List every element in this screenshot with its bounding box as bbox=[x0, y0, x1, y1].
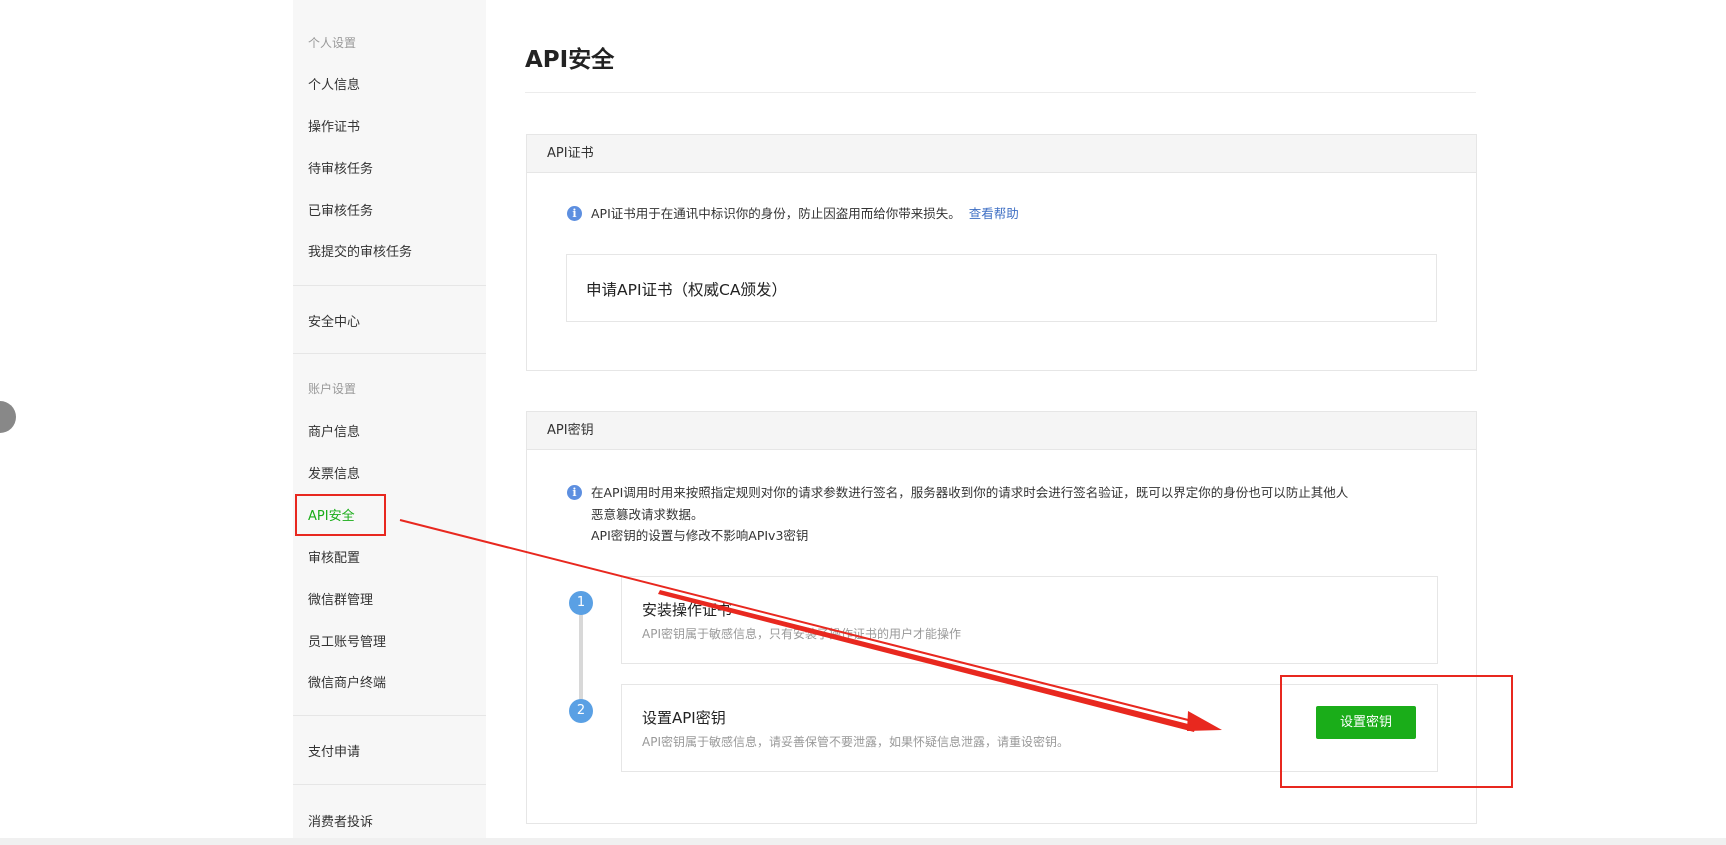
sidebar-divider bbox=[293, 715, 486, 716]
highlight-box-api-security bbox=[295, 494, 386, 536]
step-2-title: 设置API密钥 bbox=[642, 709, 726, 727]
step-1-box bbox=[621, 576, 1438, 664]
info-icon: i bbox=[567, 485, 582, 500]
info-icon: i bbox=[567, 206, 582, 221]
step-2-number: 2 bbox=[569, 699, 593, 723]
sidebar-item-pending-review[interactable]: 待审核任务 bbox=[308, 158, 373, 177]
help-link[interactable]: 查看帮助 bbox=[969, 206, 1019, 221]
sidebar-divider bbox=[293, 353, 486, 354]
api-key-panel-header: API密钥 bbox=[527, 412, 1476, 450]
sidebar-item-personal-info[interactable]: 个人信息 bbox=[308, 74, 360, 93]
step-1-title: 安装操作证书 bbox=[642, 601, 733, 619]
step-1-desc: API密钥属于敏感信息，只有安装了操作证书的用户才能操作 bbox=[642, 627, 961, 641]
step-1-number: 1 bbox=[569, 591, 593, 615]
sidebar-item-security-center[interactable]: 安全中心 bbox=[308, 311, 360, 330]
floating-handle[interactable] bbox=[0, 401, 16, 433]
api-cert-info-text: API证书用于在通讯中标识你的身份，防止因盗用而给你带来损失。 bbox=[591, 206, 961, 221]
sidebar-item-review-config[interactable]: 审核配置 bbox=[308, 547, 360, 566]
api-key-info-line-3: API密钥的设置与修改不影响APIv3密钥 bbox=[591, 528, 809, 543]
apply-cert-label: 申请API证书（权威CA颁发） bbox=[586, 281, 787, 299]
sidebar-item-reviewed[interactable]: 已审核任务 bbox=[308, 200, 373, 219]
sidebar-divider bbox=[293, 285, 486, 286]
sidebar: 个人设置 个人信息 操作证书 待审核任务 已审核任务 我提交的审核任务 安全中心… bbox=[293, 0, 486, 845]
sidebar-item-consumer-complaints[interactable]: 消费者投诉 bbox=[308, 811, 373, 830]
sidebar-group-account: 账户设置 bbox=[308, 382, 357, 396]
api-key-info-line-2: 恶意篡改请求数据。 bbox=[591, 507, 704, 522]
api-cert-panel: API证书 bbox=[526, 134, 1477, 371]
api-key-info-line-1: 在API调用时用来按照指定规则对你的请求参数进行签名，服务器收到你的请求时会进行… bbox=[591, 485, 1349, 500]
sidebar-divider bbox=[293, 784, 486, 785]
step-connector bbox=[579, 605, 583, 710]
sidebar-item-wechat-group[interactable]: 微信群管理 bbox=[308, 589, 373, 608]
sidebar-item-payment-apply[interactable]: 支付申请 bbox=[308, 741, 360, 760]
sidebar-item-merchant-info[interactable]: 商户信息 bbox=[308, 421, 360, 440]
sidebar-item-my-submitted[interactable]: 我提交的审核任务 bbox=[308, 241, 412, 260]
sidebar-item-merchant-terminal[interactable]: 微信商户终端 bbox=[308, 672, 386, 691]
page-title: API安全 bbox=[525, 47, 615, 73]
sidebar-item-operation-cert[interactable]: 操作证书 bbox=[308, 116, 360, 135]
sidebar-item-invoice-info[interactable]: 发票信息 bbox=[308, 463, 360, 482]
step-2-desc: API密钥属于敏感信息，请妥善保管不要泄露，如果怀疑信息泄露，请重设密钥。 bbox=[642, 735, 1069, 749]
horizontal-scrollbar[interactable] bbox=[0, 838, 1726, 845]
api-cert-info: API证书用于在通讯中标识你的身份，防止因盗用而给你带来损失。 查看帮助 bbox=[591, 204, 1019, 223]
sidebar-group-personal: 个人设置 bbox=[308, 36, 357, 50]
api-cert-panel-header: API证书 bbox=[527, 135, 1476, 173]
title-divider bbox=[525, 92, 1476, 93]
highlight-box-set-key bbox=[1280, 675, 1513, 788]
sidebar-item-staff-accounts[interactable]: 员工账号管理 bbox=[308, 631, 386, 650]
